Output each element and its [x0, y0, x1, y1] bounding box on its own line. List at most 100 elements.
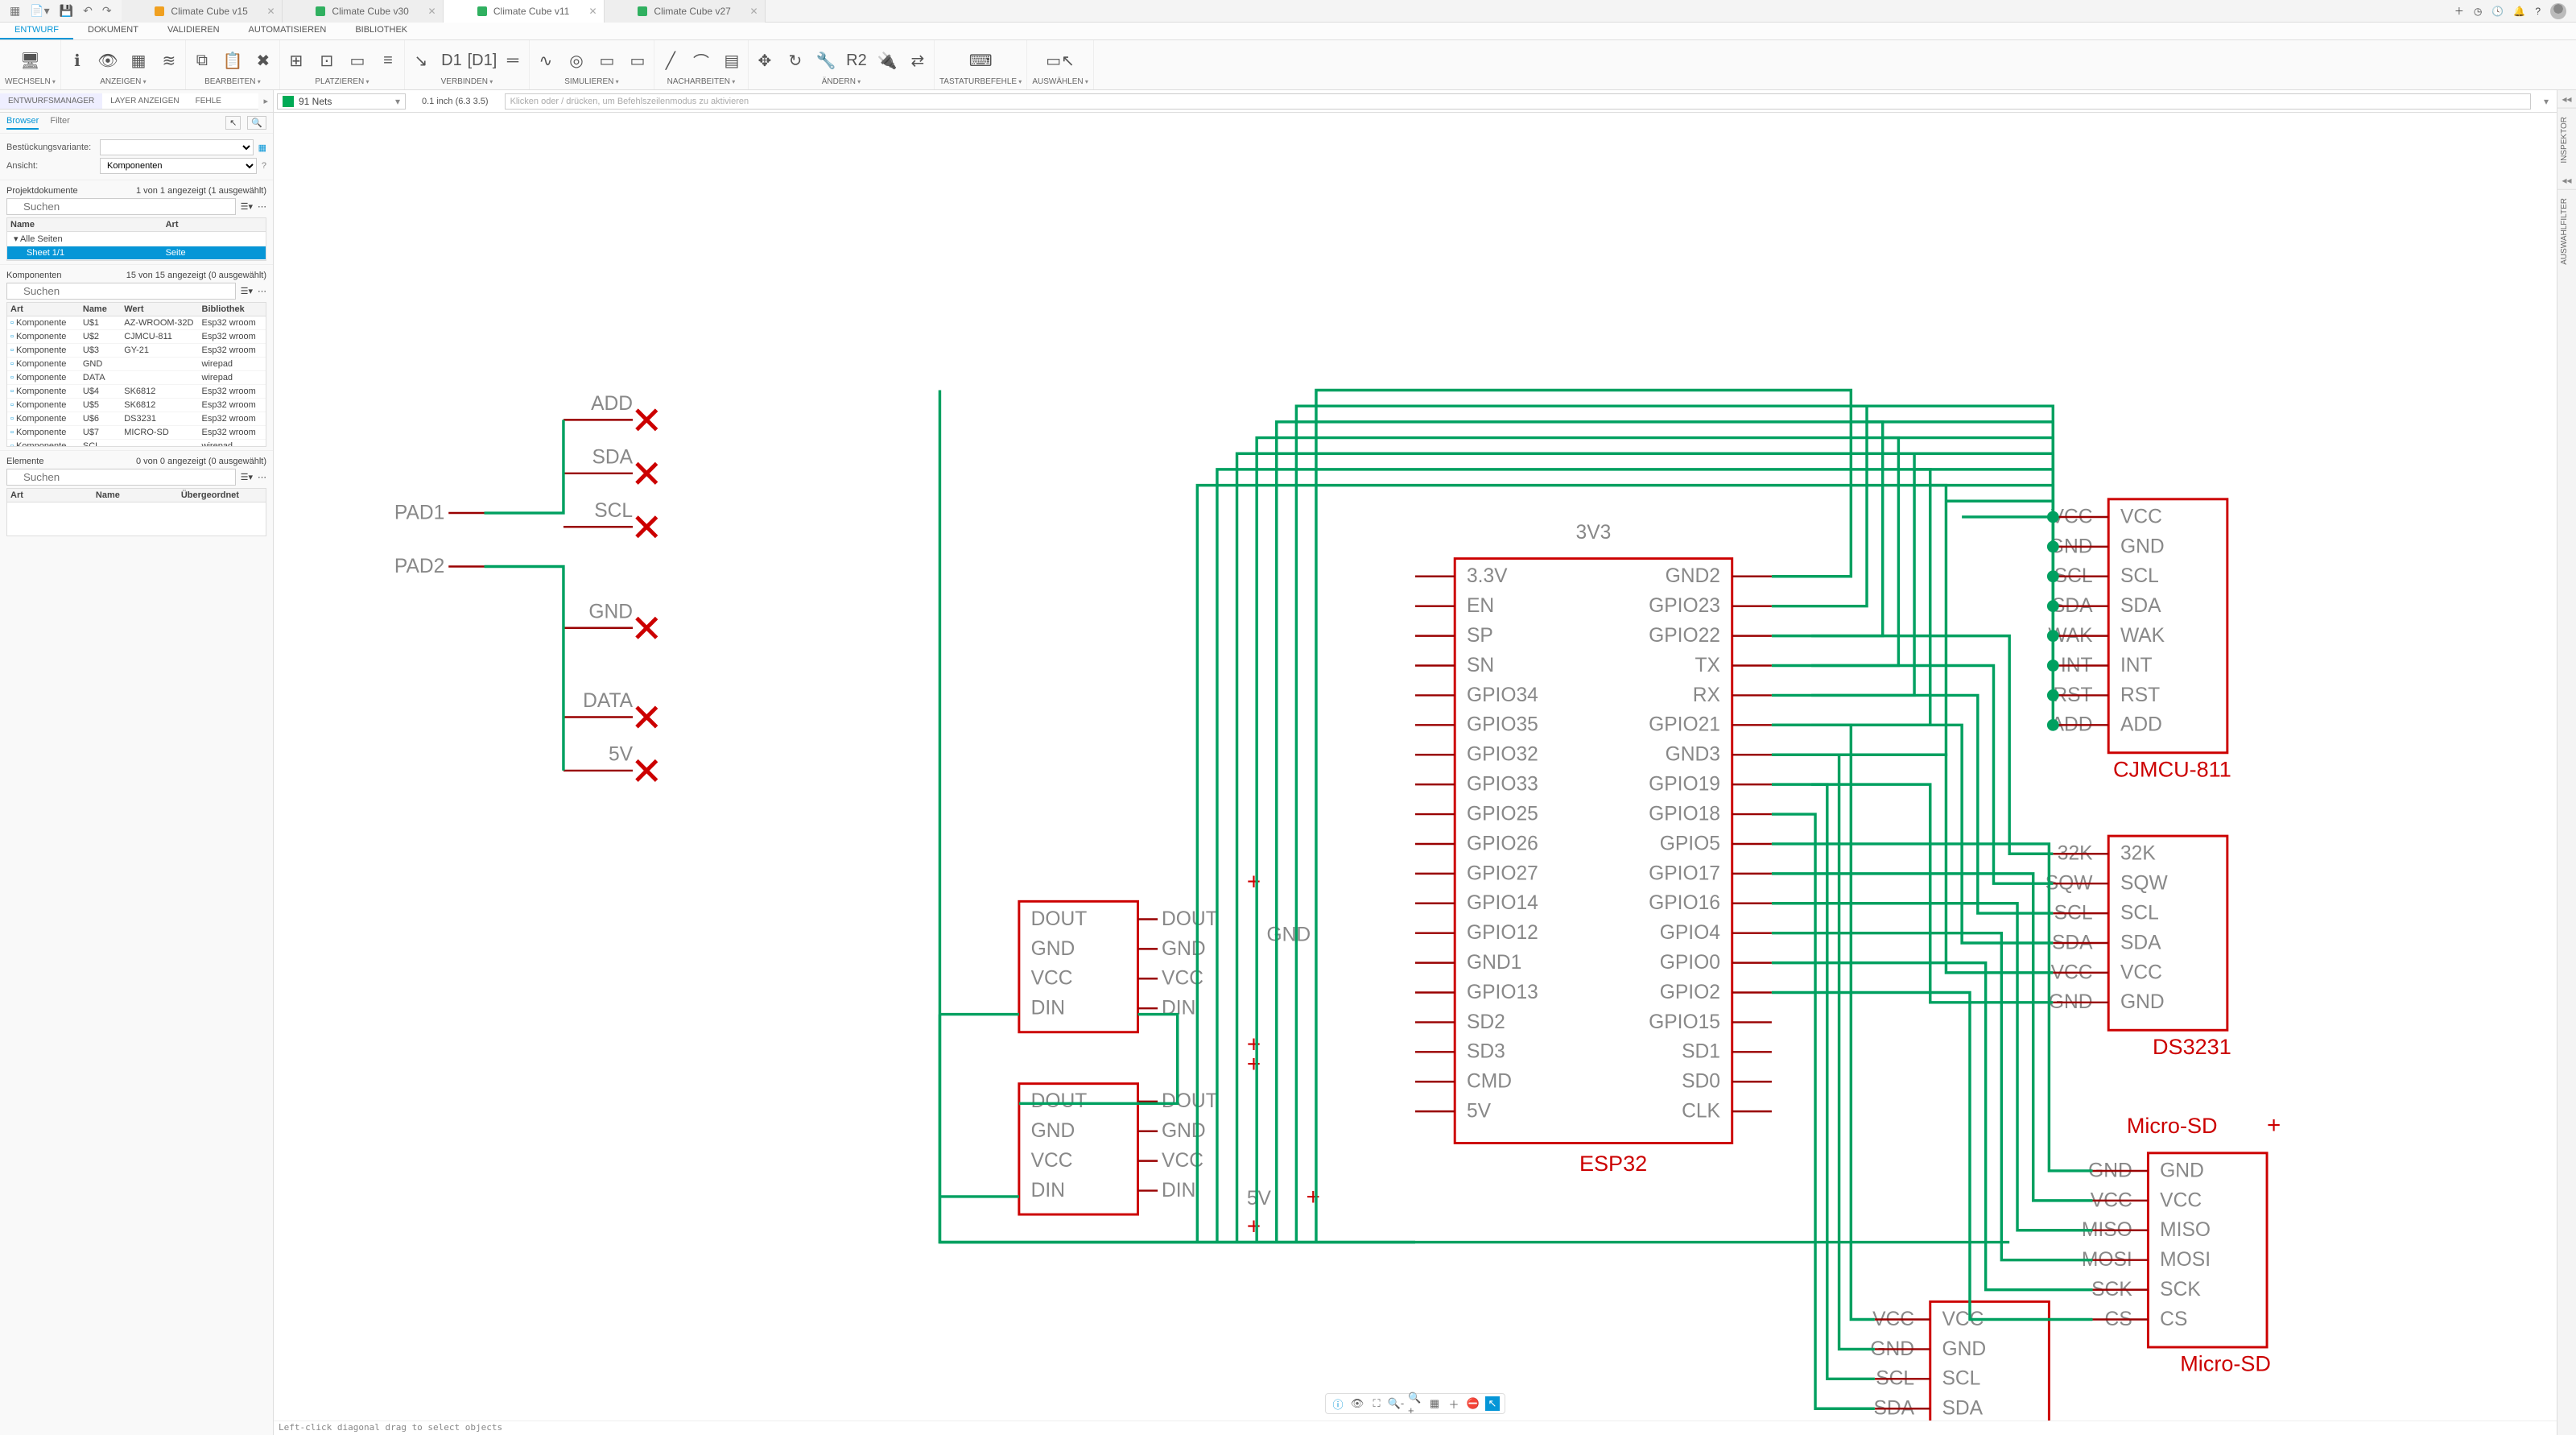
zoom-in-icon[interactable]: 🔍+ [1408, 1396, 1422, 1411]
ribbon-label[interactable]: AUSWÄHLEN [1032, 77, 1088, 86]
add-icon[interactable]: ＋ [1447, 1396, 1461, 1411]
layers-icon[interactable]: ≋ [158, 49, 180, 72]
wrench-icon[interactable]: 🔧 [815, 49, 837, 72]
zoom-tool-icon[interactable]: 🔍 [247, 116, 266, 130]
tab-selection-filter[interactable]: AUSWAHLFILTER [2557, 189, 2576, 273]
redo-icon[interactable]: ↷ [102, 4, 112, 18]
command-input[interactable]: Klicken oder / drücken, um Befehlszeilen… [505, 93, 2531, 110]
comp-row[interactable]: ▫ KomponenteU$1AZ-WROOM-32DEsp32 wroom [7, 316, 266, 330]
docs-search[interactable] [6, 198, 236, 215]
variant-select[interactable] [100, 139, 254, 155]
tab-inspector[interactable]: INSPEKTOR [2557, 108, 2576, 172]
grid-icon[interactable]: ▦ [1427, 1396, 1442, 1411]
cursor-tool-icon[interactable]: ↖ [225, 116, 241, 130]
attach-icon[interactable]: 🔌 [876, 49, 898, 72]
comp-row[interactable]: ▫ KomponenteSCLwirepad [7, 440, 266, 447]
save-icon[interactable]: 💾 [60, 4, 73, 18]
docs-row[interactable]: Sheet 1/1Seite [7, 246, 266, 260]
subtab-filter[interactable]: Filter [50, 116, 69, 130]
docs-list-icon[interactable]: ☰▾ [241, 201, 253, 212]
menu-dokument[interactable]: DOKUMENT [73, 23, 153, 39]
swap-icon[interactable]: ⇄ [906, 49, 929, 72]
close-icon[interactable]: ✕ [267, 6, 275, 17]
comp-row[interactable]: ▫ KomponenteU$4SK6812Esp32 wroom [7, 385, 266, 399]
comps-table[interactable]: ArtNameWertBibliothek ▫ KomponenteU$1AZ-… [6, 302, 266, 447]
comps-more-icon[interactable]: ⋯ [258, 286, 266, 296]
side-tab-1[interactable]: LAYER ANZEIGEN [102, 93, 187, 109]
ribbon-label[interactable]: NACHARBEITEN [667, 77, 736, 86]
close-icon[interactable]: ✕ [750, 6, 758, 17]
ribbon-label[interactable]: ANZEIGEN [100, 77, 146, 86]
net-icon[interactable]: ↘ [410, 49, 432, 72]
comps-list-icon[interactable]: ☰▾ [241, 286, 253, 296]
board-icon[interactable]: 🖥 [19, 49, 41, 72]
r-value-icon[interactable]: R2 [845, 49, 868, 72]
arc-icon[interactable]: ⌒ [690, 49, 712, 72]
sim-multi-icon[interactable]: ▭ [626, 49, 649, 72]
cmd-dropdown-icon[interactable]: ▾ [2539, 96, 2553, 107]
file-new-icon[interactable]: 📄▾ [30, 4, 49, 18]
elems-more-icon[interactable]: ⋯ [258, 472, 266, 482]
new-tab-icon[interactable]: ＋ [2454, 4, 2464, 18]
subtab-browser[interactable]: Browser [6, 116, 39, 130]
extensions-icon[interactable]: ◷ [2474, 6, 2482, 17]
jobs-icon[interactable]: 🕓 [2491, 6, 2504, 17]
help-icon[interactable]: ? [2535, 6, 2541, 17]
place-net-icon[interactable]: ⊡ [316, 49, 338, 72]
sim-wave-icon[interactable]: ∿ [535, 49, 557, 72]
collapse-filter-icon[interactable]: ◂◂ [2557, 172, 2576, 189]
comp-row[interactable]: ▫ KomponenteU$5SK6812Esp32 wroom [7, 399, 266, 412]
comp-row[interactable]: ▫ KomponenteGNDwirepad [7, 358, 266, 371]
menu-bibliothek[interactable]: BIBLIOTHEK [341, 23, 422, 39]
elems-search[interactable] [6, 469, 236, 486]
side-tab-2[interactable]: FEHLE [188, 93, 229, 109]
place-comp-icon[interactable]: ⊞ [285, 49, 308, 72]
avatar[interactable] [2550, 3, 2566, 19]
bus-icon[interactable]: ═ [502, 49, 524, 72]
elems-list-icon[interactable]: ☰▾ [241, 472, 253, 482]
hatch-icon[interactable]: ▤ [720, 49, 743, 72]
net-select[interactable]: 91 Nets ▾ [277, 93, 406, 110]
delete-icon[interactable]: ✖ [252, 49, 275, 72]
sim-meter-icon[interactable]: ▭ [596, 49, 618, 72]
collapse-inspector-icon[interactable]: ◂◂ [2557, 90, 2576, 108]
ribbon-label[interactable]: PLATZIEREN [315, 77, 369, 86]
ribbon-label[interactable]: WECHSELN [5, 77, 56, 86]
menu-validieren[interactable]: VALIDIEREN [153, 23, 234, 39]
zoom-out-icon[interactable]: 🔍- [1389, 1396, 1403, 1411]
undo-icon[interactable]: ↶ [83, 4, 93, 18]
grid-icon[interactable]: ▦ [127, 49, 150, 72]
eye-icon[interactable]: 👁 [97, 49, 119, 72]
comp-row[interactable]: ▫ KomponenteU$3GY-21Esp32 wroom [7, 344, 266, 358]
elems-table[interactable]: ArtNameÜbergeordnet [6, 488, 266, 536]
ribbon-label[interactable]: BEARBEITEN [204, 77, 261, 86]
ribbon-label[interactable]: SIMULIEREN [564, 77, 618, 86]
tabs-next-icon[interactable]: ▸ [258, 96, 273, 106]
view-help-icon[interactable]: ? [262, 161, 266, 171]
docs-table[interactable]: NameArt ▾ Alle SeitenSheet 1/1Seite [6, 217, 266, 261]
comp-row[interactable]: ▫ KomponenteU$2CJMCU-811Esp32 wroom [7, 330, 266, 344]
sim-osc-icon[interactable]: ◎ [565, 49, 588, 72]
ribbon-label[interactable]: ÄNDERN [822, 77, 861, 86]
comp-row[interactable]: ▫ KomponenteU$7MICRO-SDEsp32 wroom [7, 426, 266, 440]
menu-automatisieren[interactable]: AUTOMATISIEREN [234, 23, 341, 39]
docs-more-icon[interactable]: ⋯ [258, 201, 266, 212]
stop-icon[interactable]: ⛔ [1466, 1396, 1480, 1411]
close-icon[interactable]: ✕ [428, 6, 436, 17]
kbd-icon[interactable]: ⌨ [969, 49, 992, 72]
notifications-icon[interactable]: 🔔 [2513, 6, 2525, 17]
ribbon-label[interactable]: TASTATURBEFEHLE [939, 77, 1022, 86]
document-tab[interactable]: Climate Cube v15✕ [122, 0, 283, 23]
schematic-canvas[interactable]: PAD1PAD2ADDSDASCLGNDDATA5V3V3ESP323.3VEN… [274, 113, 2557, 1421]
docs-row[interactable]: ▾ Alle Seiten [7, 232, 266, 246]
document-tab[interactable]: Climate Cube v11✕ [444, 0, 605, 23]
comp-row[interactable]: ▫ KomponenteU$6DS3231Esp32 wroom [7, 412, 266, 426]
line-icon[interactable]: ╱ [659, 49, 682, 72]
select-icon[interactable]: ↖ [1485, 1396, 1500, 1411]
variant-table-icon[interactable]: ▦ [258, 143, 266, 153]
comps-search[interactable] [6, 283, 236, 300]
label-icon[interactable]: [D1] [471, 49, 493, 72]
name-icon[interactable]: D1 [440, 49, 463, 72]
info-icon[interactable]: ℹ [66, 49, 89, 72]
zoom-fit-icon[interactable]: ⛶ [1369, 1396, 1384, 1411]
